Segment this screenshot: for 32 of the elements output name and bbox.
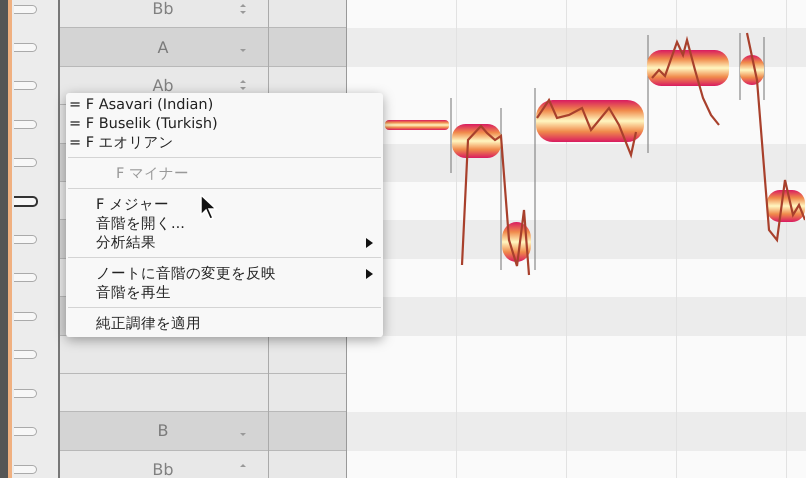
submenu-arrow-icon [365, 238, 373, 248]
menu-item[interactable]: 純正調律を適用 [66, 314, 383, 333]
key-marker[interactable] [14, 4, 37, 14]
key-marker[interactable] [14, 273, 37, 282]
menu-item[interactable]: 分析結果 [66, 233, 383, 252]
mouse-pointer-icon [199, 193, 219, 221]
stepper-arrows-icon[interactable] [238, 78, 248, 92]
key-marker[interactable] [14, 120, 37, 129]
submenu-arrow-icon [365, 268, 373, 278]
note-name: Bb [152, 460, 174, 478]
note-name: B [158, 421, 168, 440]
menu-item[interactable]: = F Buselik (Turkish) [66, 114, 383, 133]
key-marker[interactable] [14, 388, 37, 398]
menu-item[interactable]: 音階を開く... [66, 214, 383, 233]
note-name: A [158, 38, 168, 57]
stepper-arrows-icon[interactable] [238, 2, 248, 16]
note-name: Ab [152, 76, 174, 95]
key-marker[interactable] [14, 158, 37, 168]
key-marker[interactable] [14, 312, 37, 321]
menu-item[interactable]: = F エオリアン [66, 133, 383, 152]
key-marker[interactable] [14, 196, 38, 207]
key-marker[interactable] [14, 235, 37, 244]
key-marker[interactable] [14, 43, 37, 52]
note-name: Bb [152, 0, 174, 18]
menu-item[interactable]: 音階を再生 [66, 283, 383, 302]
key-marker[interactable] [14, 465, 37, 474]
key-marker[interactable] [14, 426, 37, 436]
menu-item[interactable]: ノートに音階の変更を反映 [66, 264, 383, 283]
menu-item[interactable]: F メジャー [66, 195, 383, 214]
menu-item[interactable]: = F Asavari (Indian) [66, 95, 383, 114]
key-marker[interactable] [14, 81, 37, 90]
key-marker[interactable] [14, 350, 37, 360]
